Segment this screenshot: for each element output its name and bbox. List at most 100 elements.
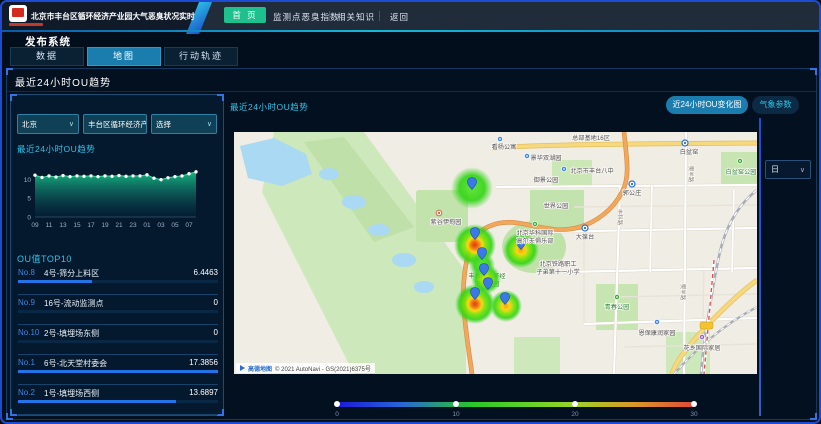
tab-data[interactable]: 数据 bbox=[10, 47, 84, 66]
svg-text:05: 05 bbox=[171, 222, 179, 229]
tab-track[interactable]: 行动轨迹 bbox=[164, 47, 238, 66]
value-bar-track bbox=[18, 310, 218, 313]
amap-logo-text: 高德地图 bbox=[248, 364, 272, 373]
ou-value: 13.6897 bbox=[189, 388, 218, 397]
road-shield-badge bbox=[700, 322, 713, 329]
metro-station-icon bbox=[629, 181, 635, 187]
app-logo-subtext-decoration bbox=[9, 23, 43, 26]
left-panel: 北京 ∨ 丰台区循环经济产 ∨ 选择 ∨ 最近24小时OU趋势 05100911… bbox=[10, 94, 224, 416]
header-underline bbox=[2, 30, 819, 32]
poi-icon bbox=[561, 166, 566, 171]
dashboard-root: 北京市丰台区循环经济产业园大气恶臭状况实时 首 页 监测点恶臭指数 相关知识 返… bbox=[0, 0, 821, 424]
svg-text:11: 11 bbox=[46, 222, 53, 229]
svg-text:紫谷伊甸园: 紫谷伊甸园 bbox=[431, 218, 462, 226]
panel-divider bbox=[759, 118, 761, 416]
toplist-row[interactable]: No.10 2号-填埋场东侧 0 bbox=[18, 325, 218, 355]
poi-icon bbox=[654, 319, 659, 324]
metro-station-icon bbox=[682, 140, 688, 146]
svg-text:花乡国际家居: 花乡国际家居 bbox=[683, 344, 720, 352]
toplist-row[interactable]: No.2 1号-填埋场西侧 13.6897 bbox=[18, 385, 218, 415]
station-name: 2号-填埋场东侧 bbox=[44, 328, 99, 339]
poi-icon bbox=[436, 210, 442, 216]
tab-map[interactable]: 地图 bbox=[87, 47, 161, 66]
rank-badge: No.1 bbox=[18, 358, 35, 367]
svg-text:子弟第十一小学: 子弟第十一小学 bbox=[536, 268, 579, 276]
corner-accent bbox=[217, 94, 224, 101]
station-name: 1号-填埋场西侧 bbox=[44, 388, 99, 399]
svg-text:北京市丰台八中: 北京市丰台八中 bbox=[570, 167, 613, 175]
value-bar bbox=[18, 400, 176, 403]
time-granularity-value: 日 bbox=[771, 164, 779, 175]
app-logo bbox=[9, 5, 27, 22]
svg-text:23: 23 bbox=[129, 222, 137, 229]
station-name: 16号-流动监测点 bbox=[44, 298, 104, 309]
ou-value: 6.4463 bbox=[194, 268, 218, 277]
rank-badge: No.10 bbox=[18, 328, 39, 337]
svg-text:郭公庄: 郭公庄 bbox=[623, 189, 642, 197]
toplist-row[interactable]: No.9 16号-流动监测点 0 bbox=[18, 295, 218, 325]
chevron-down-icon: ∨ bbox=[207, 120, 212, 128]
corner-accent bbox=[810, 68, 817, 75]
corner-accent bbox=[217, 409, 224, 416]
header-bar: 北京市丰台区循环经济产业园大气恶臭状况实时 首 页 监测点恶臭指数 相关知识 返… bbox=[2, 2, 819, 30]
page-title: 北京市丰台区循环经济产业园大气恶臭状况实时 bbox=[31, 11, 195, 22]
svg-text:青春公园: 青春公园 bbox=[605, 303, 630, 311]
corner-accent bbox=[10, 94, 17, 101]
row-divider bbox=[18, 414, 218, 415]
amap-logo-icon bbox=[240, 365, 245, 371]
value-bar-track bbox=[18, 400, 218, 403]
svg-text:03: 03 bbox=[157, 222, 165, 229]
svg-text:总部基地16区: 总部基地16区 bbox=[572, 134, 610, 142]
nav-item-knowledge[interactable]: 相关知识 bbox=[337, 11, 375, 23]
corner-accent bbox=[810, 413, 817, 420]
scale-tick-label: 30 bbox=[690, 411, 697, 418]
station-select[interactable]: 选择 ∨ bbox=[151, 114, 217, 134]
section-title-divider bbox=[7, 91, 816, 92]
svg-text:01: 01 bbox=[143, 222, 151, 229]
corner-accent bbox=[6, 68, 13, 75]
corner-accent bbox=[10, 409, 17, 416]
poi-icon bbox=[497, 136, 502, 141]
weather-params-button[interactable]: 气象参数 bbox=[752, 96, 799, 114]
heatmap-map[interactable]: 丰台区循环经 济产业园 bbox=[234, 132, 757, 374]
value-bar bbox=[18, 370, 218, 373]
ou-trend-chart: 0510091113151719212301030507 bbox=[13, 153, 203, 231]
ou-value: 0 bbox=[214, 328, 218, 337]
nav-item-back[interactable]: 返回 bbox=[390, 11, 409, 23]
svg-text:白盆窑公园: 白盆窑公园 bbox=[726, 168, 757, 176]
station-select-value: 选择 bbox=[156, 119, 171, 130]
section-title: 最近24小时OU趋势 bbox=[15, 74, 111, 89]
toplist-row[interactable]: No.1 6号-北天堂村委会 17.3856 bbox=[18, 355, 218, 385]
nav-separator bbox=[329, 11, 330, 21]
rank-badge: No.2 bbox=[18, 388, 35, 397]
chevron-down-icon: ∨ bbox=[800, 166, 805, 174]
svg-text:17: 17 bbox=[87, 222, 95, 229]
ou-change-chart-button[interactable]: 近24小时OU变化图 bbox=[666, 96, 748, 114]
scale-tick-label: 0 bbox=[335, 411, 339, 418]
district-select-value: 丰台区循环经济产 bbox=[88, 119, 147, 130]
district-select[interactable]: 丰台区循环经济产 ∨ bbox=[83, 114, 147, 134]
svg-text:10: 10 bbox=[24, 177, 32, 184]
map-attribution: 高德地图 © 2021 AutoNavi - GS(2021)6375号 bbox=[236, 363, 375, 373]
scale-tick-label: 20 bbox=[571, 411, 578, 418]
nav-item-home[interactable]: 首 页 bbox=[224, 7, 266, 23]
toplist-row[interactable]: No.8 4号-筛分上料区 6.4463 bbox=[18, 265, 218, 295]
scale-marker bbox=[691, 401, 697, 407]
svg-text:看杨公寓: 看杨公寓 bbox=[492, 143, 517, 151]
time-granularity-select[interactable]: 日 ∨ bbox=[765, 160, 811, 179]
svg-text:0: 0 bbox=[27, 214, 31, 221]
ou-value: 0 bbox=[214, 298, 218, 307]
map-section-title: 最近24小时OU趋势 bbox=[230, 101, 308, 113]
scale-tick-label: 10 bbox=[452, 411, 459, 418]
scale-marker bbox=[453, 401, 459, 407]
park-icon bbox=[614, 294, 619, 299]
city-select[interactable]: 北京 ∨ bbox=[17, 114, 79, 134]
svg-text:高尔夫俱乐部: 高尔夫俱乐部 bbox=[516, 237, 553, 245]
park-icon bbox=[532, 221, 537, 226]
scale-marker bbox=[334, 401, 340, 407]
svg-text:07: 07 bbox=[185, 222, 193, 229]
poi-icon bbox=[524, 153, 529, 158]
svg-text:5: 5 bbox=[27, 196, 31, 203]
rank-badge: No.8 bbox=[18, 268, 35, 277]
value-bar-track bbox=[18, 370, 218, 373]
